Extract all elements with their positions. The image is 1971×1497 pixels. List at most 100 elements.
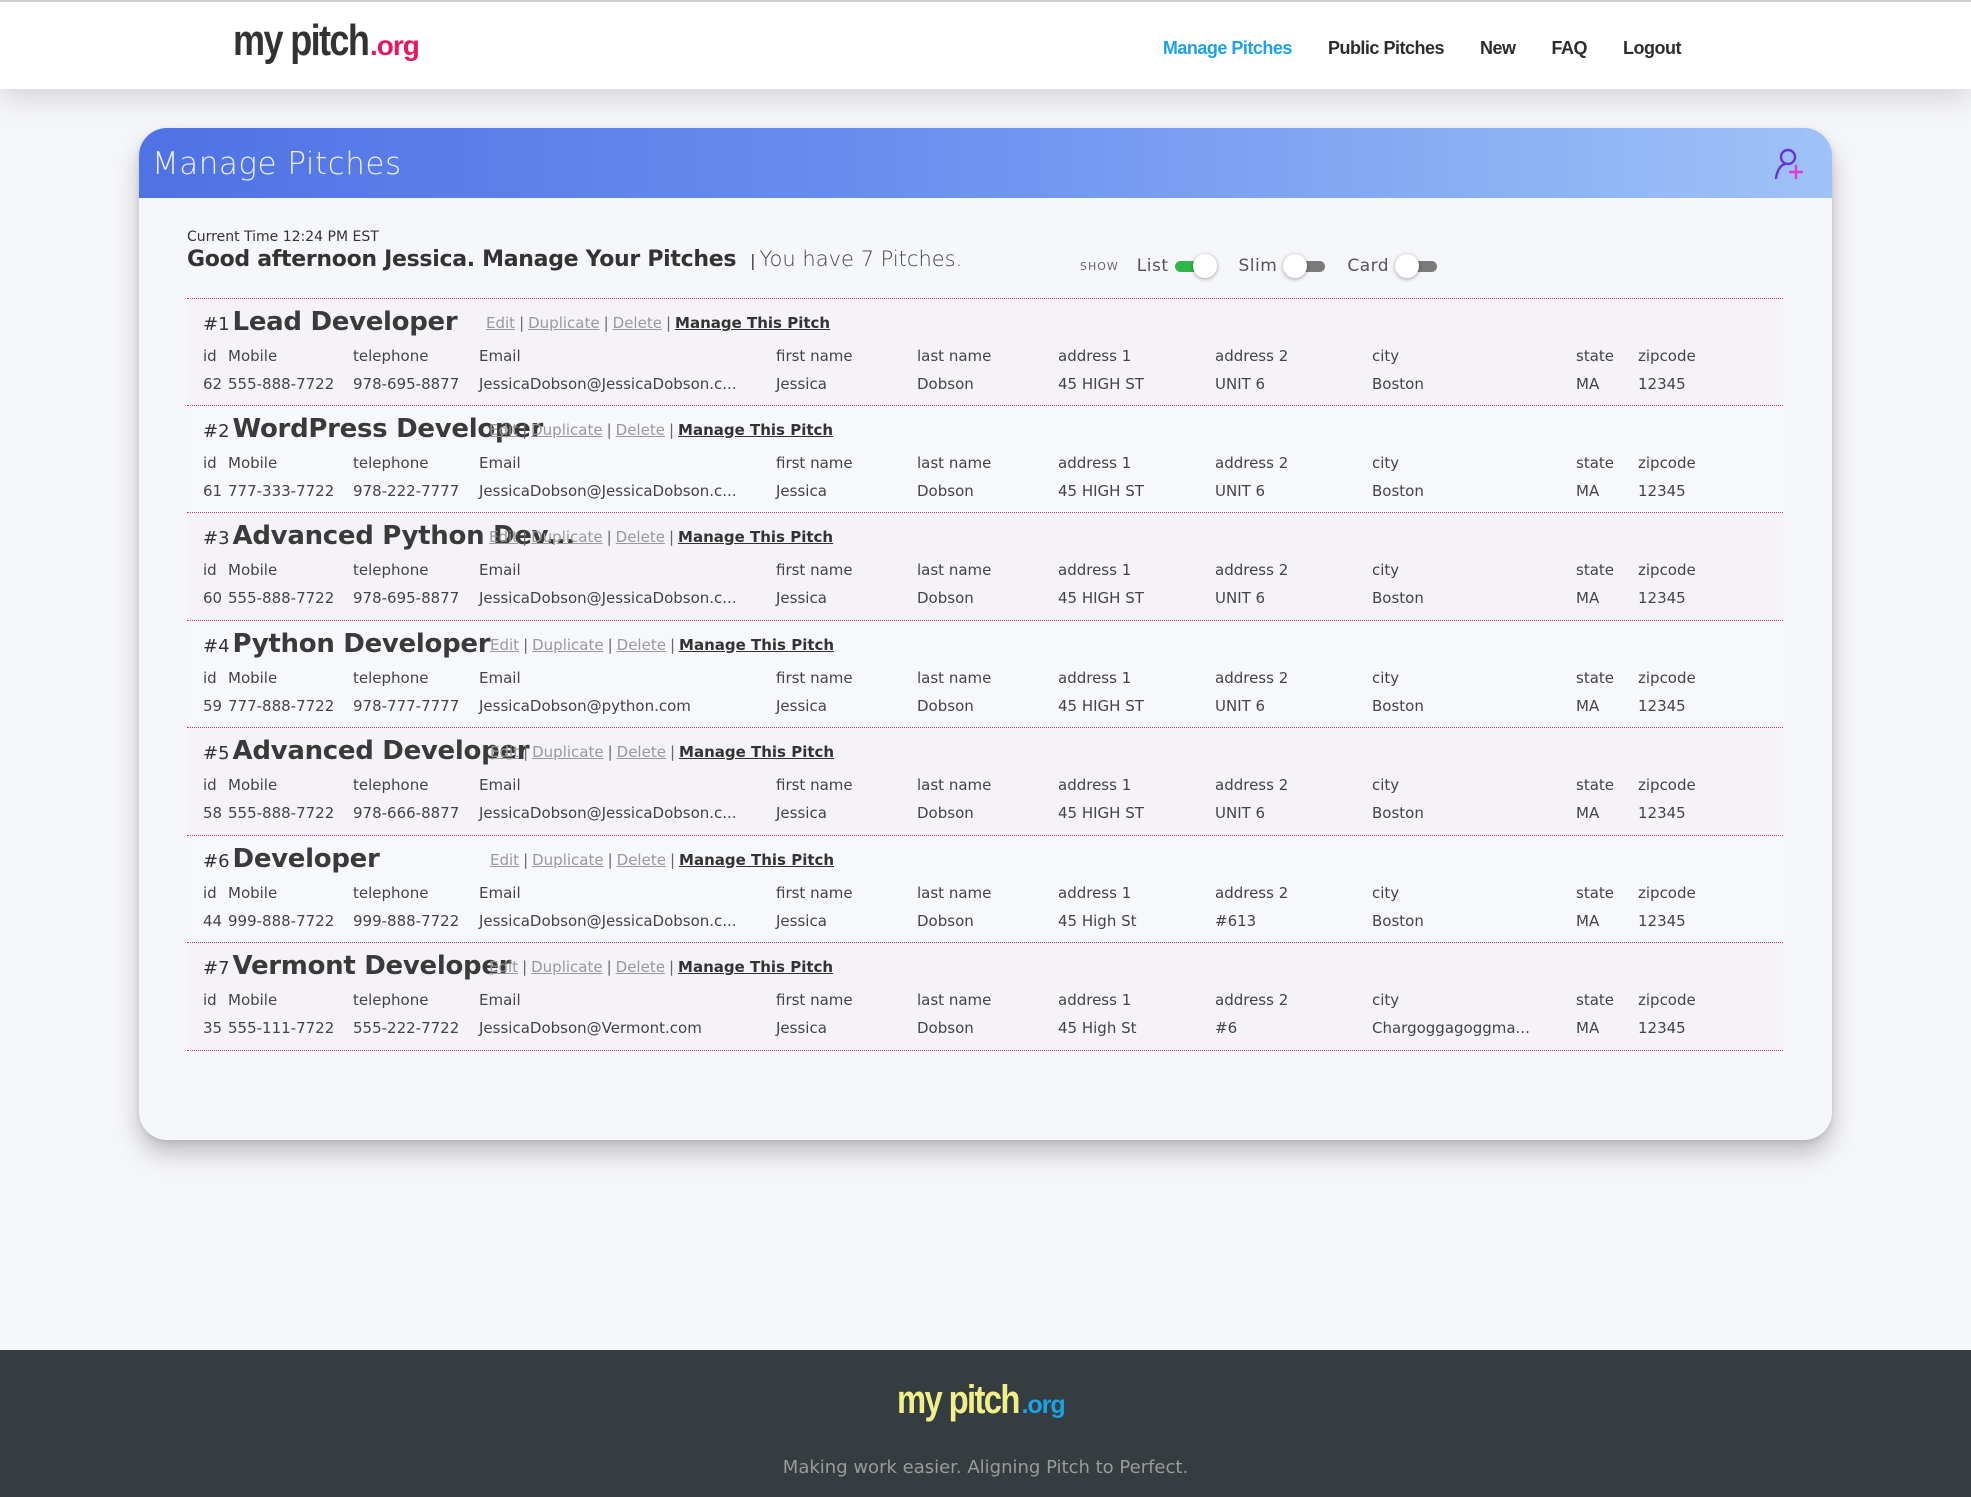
column-label: address 2: [1215, 561, 1289, 579]
duplicate-link[interactable]: Duplicate: [531, 958, 602, 976]
edit-link[interactable]: Edit: [489, 958, 518, 976]
column-label: Mobile: [228, 347, 278, 365]
edit-link[interactable]: Edit: [490, 851, 519, 869]
toggle-card-label: Card: [1347, 256, 1390, 276]
column-label: city: [1372, 776, 1400, 794]
column-label: city: [1372, 668, 1400, 687]
toggle-slim[interactable]: [1283, 254, 1326, 278]
toggle-list[interactable]: [1174, 254, 1217, 278]
column-label: id: [203, 453, 217, 472]
column-value: Jessica: [776, 589, 827, 607]
manage-pitch-link[interactable]: Manage This Pitch: [675, 314, 830, 332]
pitch-row: #1 Lead Developer Edit | Duplicate | Delete | Ma…: [187, 298, 1783, 406]
delete-link[interactable]: Delete: [616, 958, 665, 976]
column-value: 45 HIGH ST: [1058, 589, 1144, 607]
column-label: Mobile: [228, 453, 278, 472]
column-value: #613: [1215, 911, 1257, 930]
column-value: JessicaDobson@Vermont.com: [479, 1019, 702, 1037]
edit-link[interactable]: Edit: [486, 314, 515, 332]
edit-link[interactable]: Edit: [490, 743, 519, 761]
delete-link[interactable]: Delete: [616, 421, 665, 439]
delete-link[interactable]: Delete: [617, 851, 666, 869]
pitch-title[interactable]: Python Developer: [233, 629, 491, 659]
manage-pitch-link[interactable]: Manage This Pitch: [679, 851, 834, 869]
manage-pitch-link[interactable]: Manage This Pitch: [678, 421, 833, 439]
delete-link[interactable]: Delete: [617, 743, 666, 761]
separator: |: [607, 635, 613, 654]
site-logo[interactable]: my pitch .org: [233, 16, 420, 66]
column-label: id: [203, 776, 217, 794]
separator: |: [668, 958, 675, 976]
column-value: #6: [1215, 1019, 1238, 1037]
edit-link[interactable]: Edit: [489, 421, 518, 439]
pitch-number: #1: [203, 314, 230, 335]
column-value: Boston: [1372, 589, 1424, 607]
separator: |: [522, 958, 528, 976]
pitch-list: #1 Lead Developer Edit | Duplicate | Delete | Ma…: [187, 298, 1783, 1051]
column-label: address 1: [1058, 347, 1132, 365]
pitch-title[interactable]: Vermont Developer: [233, 951, 512, 981]
column-label: zipcode: [1638, 883, 1696, 902]
nav-public-pitches[interactable]: Public Pitches: [1328, 38, 1445, 59]
pitch-title[interactable]: Developer: [233, 844, 380, 874]
pitch-actions: Edit | Duplicate | Delete | Manage This Pitch: [486, 314, 830, 332]
pitch-title[interactable]: Advanced Developer: [233, 736, 530, 766]
manage-pitch-link[interactable]: Manage This Pitch: [678, 958, 833, 976]
nav-logout[interactable]: Logout: [1623, 38, 1681, 59]
toggle-card[interactable]: [1395, 254, 1438, 278]
column-value: 45 High St: [1058, 1019, 1137, 1037]
pitch-row: #7 Vermont Developer Edit | Duplicate | Delete…: [187, 943, 1783, 1051]
manage-pitches-panel: Manage Pitches Current Time 12:24 PM EST…: [139, 128, 1832, 1140]
column-value: 59: [203, 696, 223, 715]
duplicate-link[interactable]: Duplicate: [531, 421, 602, 439]
column-value: MA: [1576, 1019, 1600, 1037]
column-value: MA: [1576, 375, 1600, 393]
column-value: UNIT 6: [1215, 589, 1266, 607]
nav-new[interactable]: New: [1480, 38, 1516, 59]
column-label: state: [1576, 991, 1614, 1009]
column-value: JessicaDobson@JessicaDobson.c...: [479, 911, 737, 930]
add-user-button[interactable]: [1772, 147, 1806, 181]
separator: |: [665, 314, 672, 332]
duplicate-link[interactable]: Duplicate: [531, 528, 602, 546]
intro-block: Current Time 12:24 PM EST Good afternoon…: [187, 229, 962, 272]
column-label: address 2: [1215, 347, 1289, 365]
edit-link[interactable]: Edit: [490, 636, 519, 654]
pitch-row: #5 Advanced Developer Edit | Duplicate | Delet…: [187, 728, 1783, 836]
delete-link[interactable]: Delete: [616, 528, 665, 546]
column-label: state: [1576, 668, 1614, 687]
manage-pitch-link[interactable]: Manage This Pitch: [679, 636, 834, 654]
pitch-title[interactable]: Lead Developer: [233, 307, 458, 337]
column-label: telephone: [353, 883, 429, 902]
column-value: 45 HIGH ST: [1058, 375, 1144, 393]
column-label: id: [203, 347, 217, 365]
column-label: Email: [479, 668, 521, 687]
column-label: Email: [479, 561, 521, 579]
column-label: Mobile: [228, 883, 278, 902]
column-value: 12345: [1638, 589, 1686, 607]
column-value: 60: [203, 589, 223, 607]
duplicate-link[interactable]: Duplicate: [532, 743, 603, 761]
duplicate-link[interactable]: Duplicate: [532, 636, 603, 654]
column-label: zipcode: [1638, 561, 1696, 579]
column-label: last name: [917, 561, 992, 579]
column-label: zipcode: [1638, 776, 1696, 794]
column-label: last name: [917, 453, 992, 472]
separator: |: [523, 743, 529, 761]
column-label: city: [1372, 883, 1400, 902]
nav-manage-pitches[interactable]: Manage Pitches: [1163, 38, 1293, 59]
footer-logo[interactable]: my pitch .org: [897, 1378, 1066, 1423]
edit-link[interactable]: Edit: [489, 528, 518, 546]
manage-pitch-link[interactable]: Manage This Pitch: [679, 743, 834, 761]
duplicate-link[interactable]: Duplicate: [528, 314, 599, 332]
nav-faq[interactable]: FAQ: [1552, 38, 1588, 59]
column-label: first name: [776, 668, 853, 687]
panel-title: Manage Pitches: [152, 146, 402, 182]
column-label: address 2: [1215, 991, 1289, 1009]
delete-link[interactable]: Delete: [613, 314, 662, 332]
column-value: 555-888-7722: [228, 375, 335, 393]
separator: |: [607, 743, 613, 761]
delete-link[interactable]: Delete: [617, 636, 666, 654]
duplicate-link[interactable]: Duplicate: [532, 851, 603, 869]
manage-pitch-link[interactable]: Manage This Pitch: [678, 528, 833, 546]
